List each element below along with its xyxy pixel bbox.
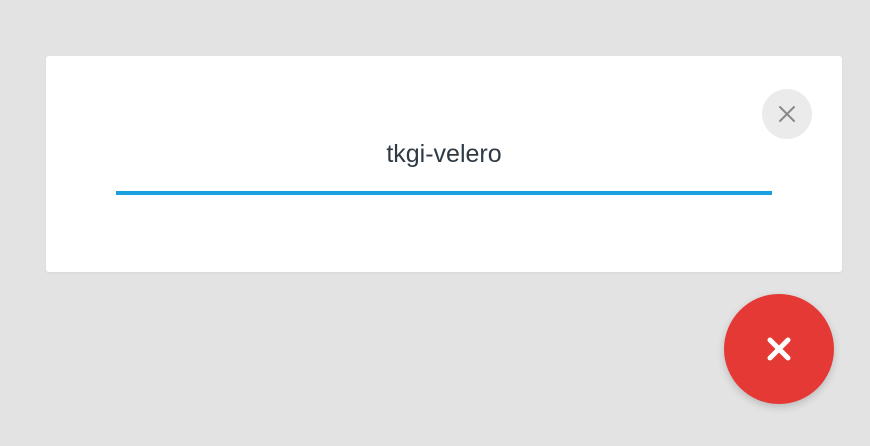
clear-search-button[interactable] xyxy=(762,89,812,139)
close-icon xyxy=(779,106,795,122)
close-icon xyxy=(767,337,791,361)
search-panel xyxy=(46,56,842,272)
search-input-underline xyxy=(116,191,772,195)
search-input[interactable] xyxy=(116,134,772,174)
search-overlay xyxy=(0,0,870,446)
close-search-fab[interactable] xyxy=(724,294,834,404)
